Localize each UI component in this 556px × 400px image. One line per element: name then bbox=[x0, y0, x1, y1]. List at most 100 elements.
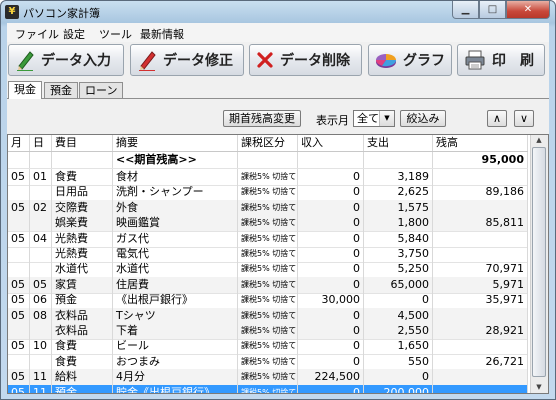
header-description: 摘要 bbox=[113, 135, 238, 151]
cell-tax: 課税5% 切捨て bbox=[238, 199, 298, 216]
cell-tax: 課税5% 切捨て bbox=[238, 307, 298, 324]
cell-month: 05 bbox=[8, 384, 30, 393]
cell-income bbox=[298, 152, 364, 168]
pie-chart-icon bbox=[375, 54, 397, 68]
title-bar[interactable]: ¥ パソコン家計簿 ▁ □ ✕ bbox=[1, 1, 555, 23]
scroll-down-arrow-icon[interactable]: ▼ bbox=[531, 382, 547, 393]
filter-button[interactable]: 絞込み bbox=[400, 110, 446, 127]
cell-category: 交際費 bbox=[52, 199, 113, 216]
cell-income: 224,500 bbox=[298, 369, 364, 386]
scroll-up-arrow-icon[interactable]: ▲ bbox=[531, 135, 547, 146]
data-delete-label: データ削除 bbox=[280, 53, 350, 69]
cell-month: 05 bbox=[8, 276, 30, 293]
cell-description: 水道代 bbox=[113, 261, 238, 278]
cell-month: 05 bbox=[8, 230, 30, 247]
toolbar: データ入力 データ修正 データ削除 グラフ 印 刷 bbox=[7, 42, 549, 80]
cell-income: 0 bbox=[298, 230, 364, 247]
close-icon: ✕ bbox=[523, 4, 533, 15]
cell-category: 衣料品 bbox=[52, 307, 113, 324]
month-select[interactable]: 全て ▼ bbox=[353, 110, 395, 127]
cell-category: 光熱費 bbox=[52, 230, 113, 247]
cell-day: 04 bbox=[30, 230, 52, 247]
window-controls: ▁ □ ✕ bbox=[452, 1, 550, 19]
cell-balance bbox=[433, 230, 528, 247]
cell-tax: 課税5% 切捨て bbox=[238, 338, 298, 355]
opening-balance-change-button[interactable]: 期首残高変更 bbox=[223, 110, 301, 127]
cell-income: 0 bbox=[298, 338, 364, 355]
cell-expense: 2,625 bbox=[364, 184, 433, 201]
data-delete-button[interactable]: データ削除 bbox=[249, 44, 362, 76]
cell-income: 0 bbox=[298, 323, 364, 339]
tab-cash[interactable]: 現金 bbox=[8, 81, 42, 99]
minimize-button[interactable]: ▁ bbox=[452, 1, 479, 19]
tab-savings[interactable]: 預金 bbox=[44, 82, 78, 98]
cell-month bbox=[8, 246, 30, 262]
scroll-up-button[interactable]: ∧ bbox=[487, 110, 507, 127]
menu-file[interactable]: ファイル bbox=[15, 26, 59, 42]
cell-tax: 課税5% 切捨て bbox=[238, 184, 298, 201]
cell-month bbox=[8, 323, 30, 339]
menu-news[interactable]: 最新情報 bbox=[140, 26, 184, 42]
cell-tax: 課税5% 切捨て bbox=[238, 384, 298, 393]
menu-settings[interactable]: 設定 bbox=[63, 26, 85, 42]
maximize-button[interactable]: □ bbox=[479, 1, 506, 19]
cell-month bbox=[8, 152, 30, 168]
cell-tax: 課税5% 切捨て bbox=[238, 292, 298, 309]
cell-category: 光熱費 bbox=[52, 246, 113, 262]
cell-balance bbox=[433, 246, 528, 262]
cell-description: ビール bbox=[113, 338, 238, 355]
cell-income: 0 bbox=[298, 307, 364, 324]
window-title: パソコン家計簿 bbox=[23, 7, 100, 20]
tab-loan[interactable]: ローン bbox=[79, 82, 124, 98]
graph-button[interactable]: グラフ bbox=[368, 44, 452, 76]
cell-day bbox=[30, 353, 52, 370]
cell-category: 衣料品 bbox=[52, 323, 113, 339]
transaction-grid: 月 日 費目 摘要 課税区分 収入 支出 残高 <<期首残高>> 95,000 … bbox=[7, 134, 549, 394]
menu-tools[interactable]: ツール bbox=[99, 26, 132, 42]
cell-expense: 2,550 bbox=[364, 323, 433, 339]
cell-description: 住居費 bbox=[113, 276, 238, 293]
cell-day: 02 bbox=[30, 199, 52, 216]
opening-balance-row[interactable]: <<期首残高>> 95,000 bbox=[8, 152, 528, 169]
cell-description: 食材 bbox=[113, 169, 238, 185]
scrollbar-thumb[interactable] bbox=[532, 147, 546, 377]
cell-day: 11 bbox=[30, 369, 52, 386]
data-entry-button[interactable]: データ入力 bbox=[8, 44, 124, 76]
cell-month bbox=[8, 353, 30, 370]
cell-tax: 課税5% 切捨て bbox=[238, 215, 298, 232]
print-button[interactable]: 印 刷 bbox=[457, 44, 545, 76]
cell-balance: 70,971 bbox=[433, 261, 528, 278]
cell-tax: 課税5% 切捨て bbox=[238, 353, 298, 370]
cell-tax: 課税5% 切捨て bbox=[238, 323, 298, 339]
table-row[interactable]: 05 11 預金 貯金《出根戸銀行》 課税5% 切捨て 0 200,000 bbox=[8, 384, 528, 393]
cell-month bbox=[8, 184, 30, 201]
cell-expense: 0 bbox=[364, 369, 433, 386]
header-month: 月 bbox=[8, 135, 30, 151]
cell-income: 0 bbox=[298, 215, 364, 232]
display-month-label: 表示月 bbox=[316, 114, 349, 127]
close-button[interactable]: ✕ bbox=[506, 1, 550, 19]
cell-tax bbox=[238, 152, 298, 168]
cell-day bbox=[30, 323, 52, 339]
cell-balance bbox=[433, 199, 528, 216]
header-tax-class: 課税区分 bbox=[238, 135, 298, 151]
cell-day bbox=[30, 184, 52, 201]
data-edit-button[interactable]: データ修正 bbox=[130, 44, 244, 76]
printer-icon bbox=[465, 50, 485, 70]
cell-expense: 1,800 bbox=[364, 215, 433, 232]
cell-tax: 課税5% 切捨て bbox=[238, 169, 298, 185]
app-icon: ¥ bbox=[5, 5, 19, 19]
cell-description: ガス代 bbox=[113, 230, 238, 247]
cell-day: 08 bbox=[30, 307, 52, 324]
cell-income: 0 bbox=[298, 353, 364, 370]
cell-day: 05 bbox=[30, 276, 52, 293]
scroll-down-button[interactable]: ∨ bbox=[514, 110, 534, 127]
client-area: ファイル 設定 ツール 最新情報 データ入力 データ修正 データ削除 グラフ 印… bbox=[7, 23, 549, 394]
vertical-scrollbar[interactable]: ▲ ▼ bbox=[530, 135, 548, 393]
cell-category: 食費 bbox=[52, 338, 113, 355]
minimize-icon: ▁ bbox=[461, 4, 470, 15]
maximize-icon: □ bbox=[487, 4, 498, 15]
opening-balance-value: 95,000 bbox=[433, 152, 528, 168]
header-category: 費目 bbox=[52, 135, 113, 151]
delete-x-icon bbox=[257, 52, 273, 68]
